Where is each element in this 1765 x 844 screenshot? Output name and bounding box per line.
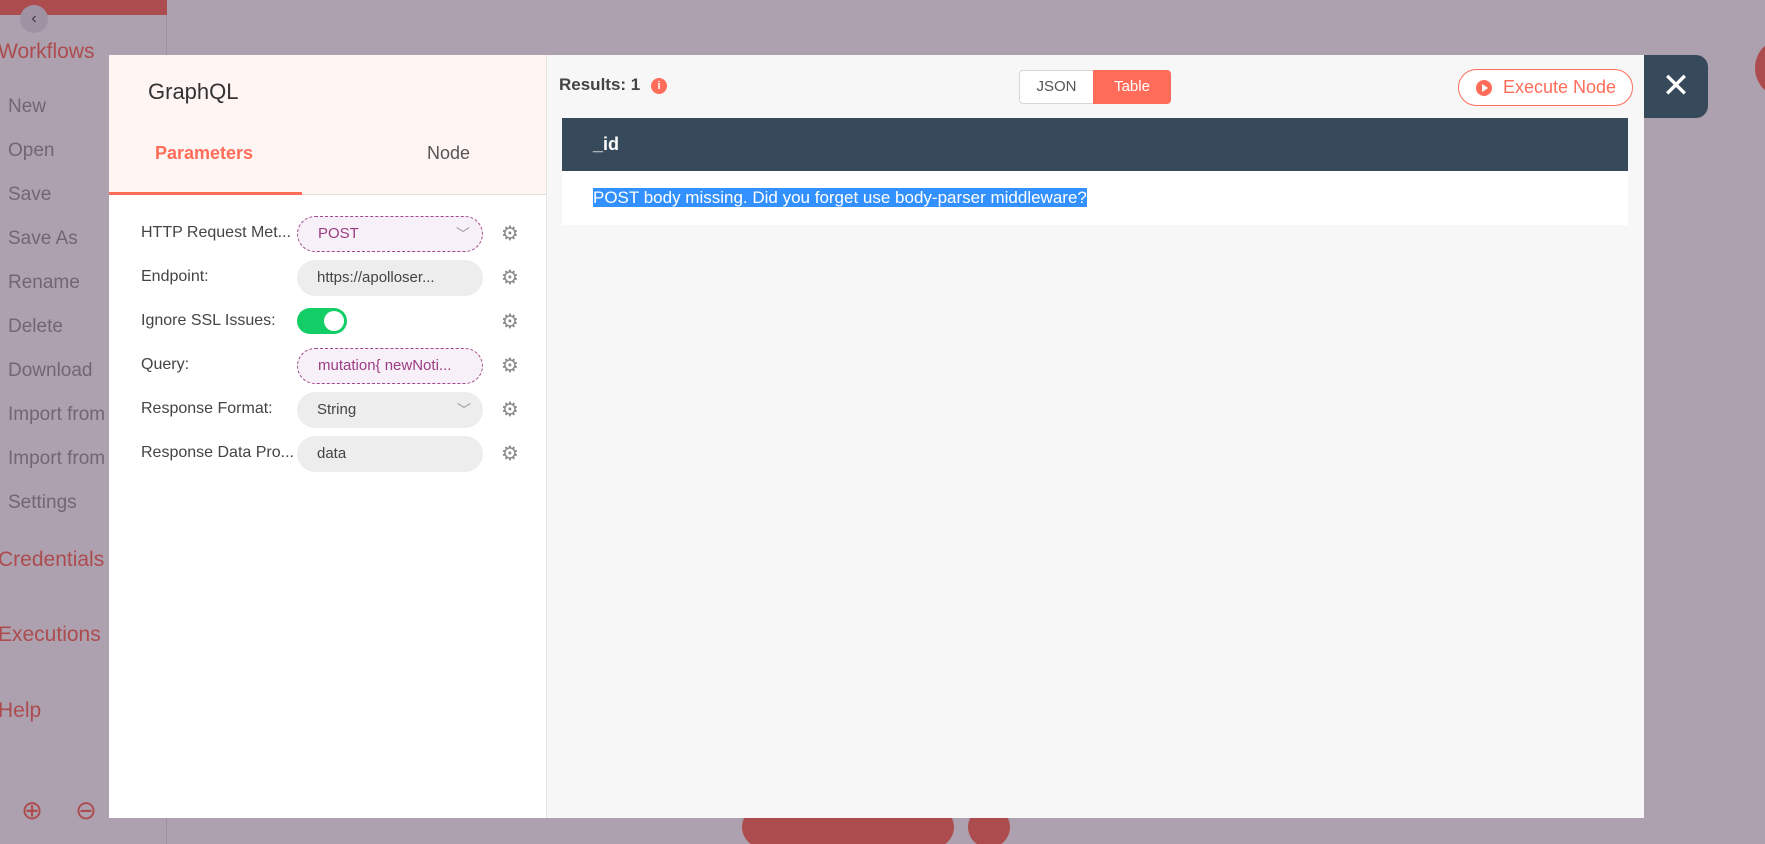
view-table-button[interactable]: Table [1093, 70, 1171, 104]
http-method-value: POST [318, 225, 359, 242]
param-label: Query: [141, 356, 190, 373]
results-count: Results: 1 [559, 75, 641, 94]
param-label: Ignore SSL Issues: [141, 312, 276, 329]
active-tab-indicator [109, 192, 302, 195]
table-cell[interactable]: POST body missing. Did you forget use bo… [593, 188, 1087, 207]
gear-icon[interactable]: ⚙ [498, 398, 522, 422]
endpoint-input[interactable]: https://apolloser... [297, 260, 483, 296]
param-label: Endpoint: [141, 268, 209, 285]
view-json-button[interactable]: JSON [1019, 70, 1094, 104]
param-endpoint: Endpoint: https://apolloser... ⚙ [141, 260, 531, 296]
http-method-select[interactable]: POST ﹀ [297, 216, 483, 252]
response-format-value: String [317, 401, 357, 418]
toggle-knob [324, 311, 344, 331]
node-title[interactable]: GraphQL [148, 79, 239, 105]
param-http-method: HTTP Request Met... POST ﹀ ⚙ [141, 216, 531, 252]
response-format-select[interactable]: String ﹀ [297, 392, 483, 428]
play-icon [1476, 80, 1492, 96]
table-header-id: _id [562, 118, 1628, 171]
gear-icon[interactable]: ⚙ [498, 442, 522, 466]
param-ignore-ssl: Ignore SSL Issues: ⚙ [141, 304, 531, 340]
node-header: GraphQL Parameters Node [109, 55, 546, 195]
query-expression-input[interactable]: mutation{ newNoti... [297, 348, 483, 384]
gear-icon[interactable]: ⚙ [498, 266, 522, 290]
tab-node[interactable]: Node [427, 143, 470, 164]
param-label: Response Data Pro... [141, 444, 294, 461]
gear-icon[interactable]: ⚙ [498, 354, 522, 378]
param-label: HTTP Request Met... [141, 224, 291, 241]
param-response-format: Response Format: String ﹀ ⚙ [141, 392, 531, 428]
results-table: _id POST body missing. Did you forget us… [562, 118, 1628, 225]
chevron-down-icon: ﹀ [456, 226, 470, 242]
table-row[interactable]: POST body missing. Did you forget use bo… [562, 171, 1628, 225]
tab-parameters[interactable]: Parameters [155, 143, 253, 164]
ignore-ssl-toggle[interactable] [297, 308, 347, 334]
chevron-down-icon: ﹀ [457, 402, 471, 418]
response-data-property-input[interactable]: data [297, 436, 483, 472]
param-query: Query: mutation{ newNoti... ⚙ [141, 348, 531, 384]
execute-node-button[interactable]: Execute Node [1458, 69, 1633, 106]
close-icon[interactable]: ✕ [1644, 55, 1708, 118]
execute-node-label: Execute Node [1503, 77, 1617, 97]
param-response-data-property: Response Data Pro... data ⚙ [141, 436, 531, 472]
parameters-panel: GraphQL Parameters Node HTTP Request Met… [109, 55, 547, 818]
param-label: Response Format: [141, 400, 273, 417]
gear-icon[interactable]: ⚙ [498, 222, 522, 246]
node-dialog: GraphQL Parameters Node HTTP Request Met… [109, 55, 1644, 818]
gear-icon[interactable]: ⚙ [498, 310, 522, 334]
info-icon[interactable]: i [651, 78, 667, 94]
